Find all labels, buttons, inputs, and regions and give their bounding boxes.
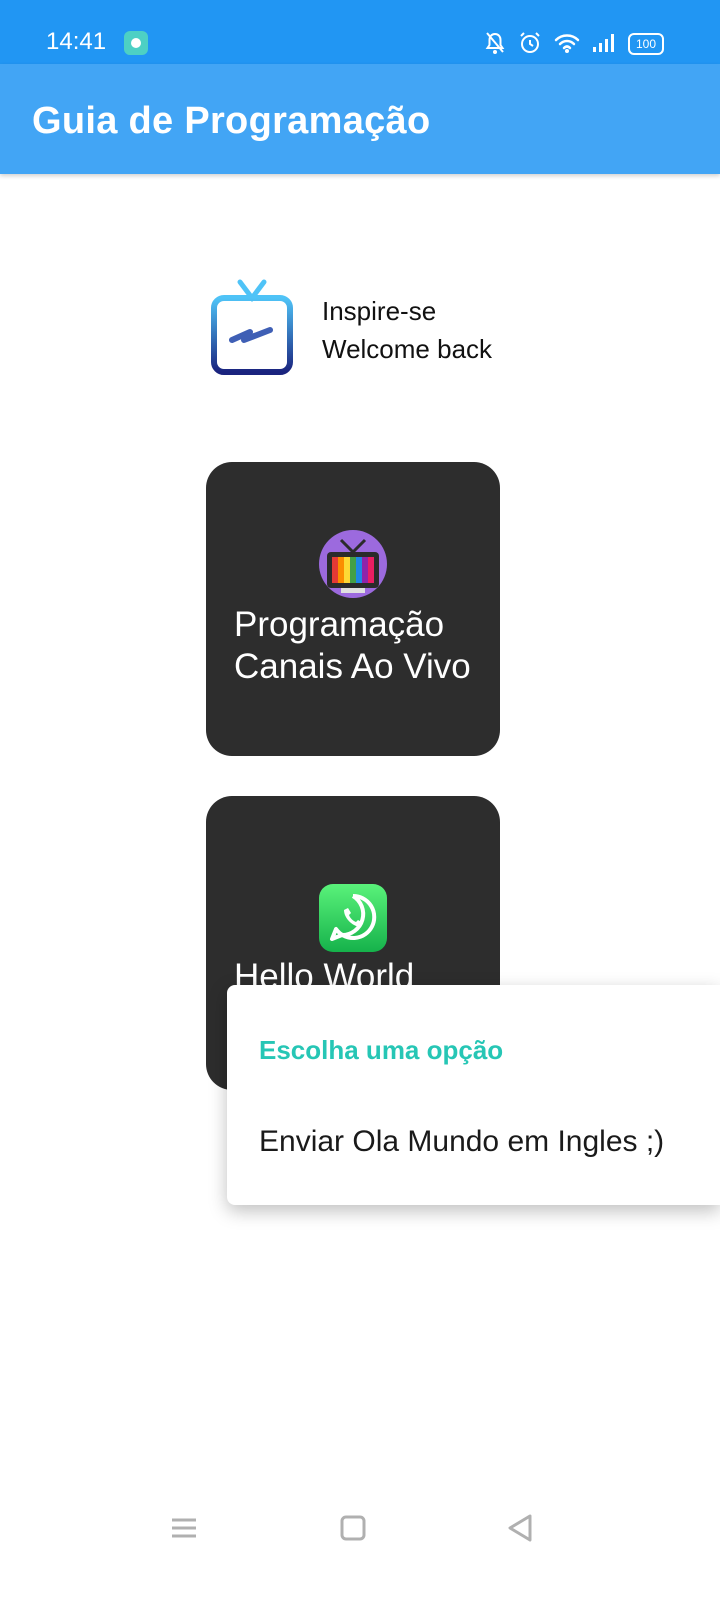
signal-icon (593, 34, 614, 52)
card-live-channels-label: Programação Canais Ao Vivo (234, 604, 471, 688)
status-icons (484, 30, 616, 56)
welcome-line-2: Welcome back (322, 334, 493, 364)
menu-icon[interactable] (164, 1508, 204, 1548)
back-triangle-icon[interactable] (500, 1508, 540, 1548)
popup-title: Escolha uma opção (259, 1035, 504, 1065)
home-square-icon[interactable] (333, 1508, 373, 1548)
status-time: 14:41 (46, 28, 107, 55)
app-notification-icon (124, 31, 148, 55)
whatsapp-icon (319, 884, 387, 952)
welcome-line-1: Inspire-se (322, 296, 437, 326)
page-title: Guia de Programação (32, 100, 431, 142)
card-live-channels-line-1: Programação (234, 605, 445, 644)
retro-tv-icon (319, 530, 387, 598)
welcome-text: Inspire-se Welcome back (322, 292, 492, 368)
battery-indicator: 100 (628, 33, 664, 55)
alarm-icon (520, 32, 540, 53)
welcome-header: Inspire-se Welcome back (210, 278, 530, 388)
tv-logo-icon (211, 279, 293, 375)
status-bar: 14:41 100 (0, 0, 720, 64)
app-bar: Guia de Programação (0, 64, 720, 174)
popup-option-send-hello[interactable]: Enviar Ola Mundo em Ingles ;) (259, 1125, 664, 1159)
system-nav-bar (0, 1488, 720, 1600)
card-live-channels-line-2: Canais Ao Vivo (234, 647, 471, 686)
card-live-channels[interactable]: Programação Canais Ao Vivo (206, 462, 500, 756)
options-popup: Escolha uma opção Enviar Ola Mundo em In… (227, 985, 720, 1205)
mute-bell-icon (485, 32, 505, 54)
wifi-icon (554, 34, 580, 53)
